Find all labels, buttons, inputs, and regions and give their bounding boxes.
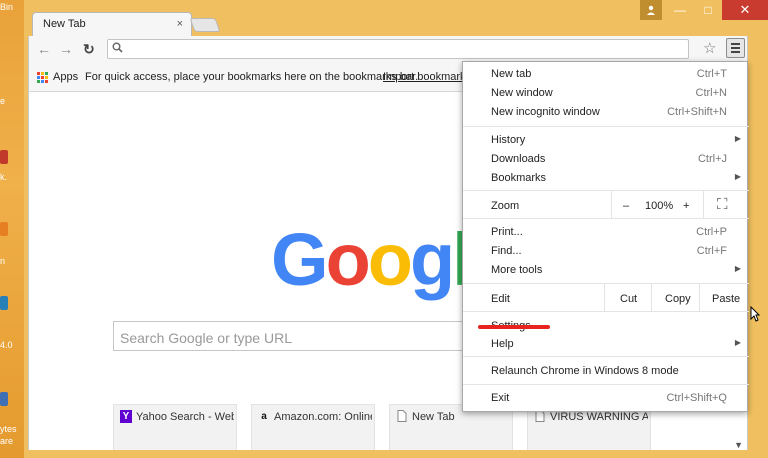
submenu-arrow-icon: ▶ — [734, 264, 741, 273]
menu-separator — [463, 311, 749, 312]
forward-arrow-icon[interactable]: → — [59, 41, 73, 57]
tile-title: New Tab — [412, 411, 455, 423]
desktop-label: e — [0, 96, 6, 106]
desktop-label: ytes — [0, 424, 17, 434]
desktop-app-icon[interactable] — [0, 392, 8, 406]
menu-item-bookmarks[interactable]: Bookmarks — [491, 172, 546, 184]
reload-icon[interactable]: ↻ — [83, 41, 95, 58]
zoom-in-button[interactable]: + — [683, 200, 689, 212]
menu-item-relaunch-windows-8[interactable]: Relaunch Chrome in Windows 8 mode — [491, 365, 679, 377]
menu-item-history[interactable]: History — [491, 134, 525, 146]
tile-title: Yahoo Search - Web — [136, 411, 234, 423]
desktop-strip: Bin e k. n 4.0 ytes are — [0, 0, 24, 458]
shortcut-label: Ctrl+Shift+Q — [666, 392, 727, 404]
submenu-arrow-icon: ▶ — [734, 338, 741, 347]
tab-close-icon[interactable]: × — [177, 18, 183, 30]
menu-item-exit[interactable]: Exit — [491, 392, 509, 404]
menu-item-print[interactable]: Print... — [491, 226, 523, 238]
yahoo-icon: Y — [120, 410, 132, 423]
menu-item-find[interactable]: Find... — [491, 245, 522, 257]
chrome-menu-button[interactable] — [726, 38, 745, 58]
most-visited-tile[interactable]: a Amazon.com: Online — [251, 404, 375, 450]
menu-item-help[interactable]: Help — [491, 338, 514, 350]
zoom-level: 100% — [645, 200, 674, 212]
user-profile-icon[interactable] — [640, 0, 662, 20]
desktop-label: are — [0, 436, 14, 446]
mouse-cursor-icon — [750, 305, 761, 325]
menu-item-new-incognito-window[interactable]: New incognito window — [491, 106, 600, 118]
menu-item-edit: Edit — [491, 293, 510, 305]
new-tab-button[interactable] — [189, 18, 221, 32]
menu-item-new-tab[interactable]: New tab — [491, 68, 531, 80]
tab-new-tab[interactable]: New Tab × — [32, 12, 192, 38]
settings-highlight-underline — [478, 325, 550, 329]
zoom-out-button[interactable]: – — [623, 200, 629, 212]
tile-title: VIRUS WARNING AL — [550, 411, 648, 423]
desktop-label: Bin — [0, 2, 14, 12]
shortcut-label: Ctrl+P — [696, 226, 727, 238]
bookmark-star-icon[interactable]: ☆ — [703, 39, 716, 57]
menu-item-downloads[interactable]: Downloads — [491, 153, 545, 165]
apps-shortcut[interactable]: Apps — [53, 71, 78, 83]
shortcut-label: Ctrl+J — [697, 153, 727, 165]
desktop-app-icon[interactable] — [0, 150, 8, 164]
minimize-button[interactable]: — — [666, 0, 694, 20]
shortcut-label: Ctrl+T — [696, 68, 727, 80]
search-icon — [112, 42, 123, 56]
import-bookmarks-link[interactable]: Import bookmarks — [383, 71, 471, 83]
shortcut-label: Ctrl+N — [695, 87, 727, 99]
tab-title: New Tab — [43, 18, 86, 30]
menu-separator — [463, 384, 749, 385]
cut-button[interactable]: Cut — [620, 293, 637, 305]
menu-item-zoom: Zoom — [491, 200, 520, 212]
fullscreen-icon[interactable]: ⛶ — [717, 196, 728, 213]
menu-item-new-window[interactable]: New window — [491, 87, 553, 99]
hamburger-icon — [731, 43, 740, 45]
submenu-arrow-icon: ▶ — [734, 134, 741, 143]
menu-separator — [463, 190, 749, 191]
bookmarks-hint: For quick access, place your bookmarks h… — [85, 71, 419, 83]
logo-letter: o — [325, 218, 371, 301]
menu-separator — [463, 218, 749, 219]
shortcut-label: Ctrl+F — [696, 245, 727, 257]
desktop-label: k. — [0, 172, 8, 182]
back-arrow-icon[interactable]: ← — [37, 41, 51, 57]
paste-button[interactable]: Paste — [712, 293, 740, 305]
most-visited-tile[interactable]: Y Yahoo Search - Web — [113, 404, 237, 450]
close-window-button[interactable]: ✕ — [722, 0, 768, 20]
chrome-menu: New tab Ctrl+T New window Ctrl+N New inc… — [462, 61, 749, 412]
scroll-down-arrow-icon[interactable]: ▼ — [734, 440, 743, 450]
window-controls: — □ ✕ — [640, 0, 768, 20]
logo-letter: G — [271, 218, 329, 301]
menu-separator — [463, 283, 749, 284]
menu-separator — [463, 356, 749, 357]
amazon-icon: a — [261, 411, 267, 422]
submenu-arrow-icon: ▶ — [734, 172, 741, 181]
shortcut-label: Ctrl+Shift+N — [667, 106, 727, 118]
apps-icon[interactable] — [37, 72, 48, 83]
copy-button[interactable]: Copy — [665, 293, 691, 305]
desktop-label: n — [0, 256, 6, 266]
desktop-app-icon[interactable] — [0, 296, 8, 310]
maximize-button[interactable]: □ — [694, 0, 722, 20]
desktop-app-icon[interactable] — [0, 222, 8, 236]
menu-item-more-tools[interactable]: More tools — [491, 264, 542, 276]
tile-title: Amazon.com: Online — [274, 411, 372, 423]
menu-separator — [463, 126, 749, 127]
address-bar[interactable] — [107, 39, 689, 59]
logo-letter: g — [409, 218, 455, 301]
document-icon — [396, 410, 408, 423]
toolbar: ← → ↻ ☆ — [28, 36, 748, 62]
desktop-label: 4.0 — [0, 340, 13, 350]
logo-letter: o — [367, 218, 413, 301]
